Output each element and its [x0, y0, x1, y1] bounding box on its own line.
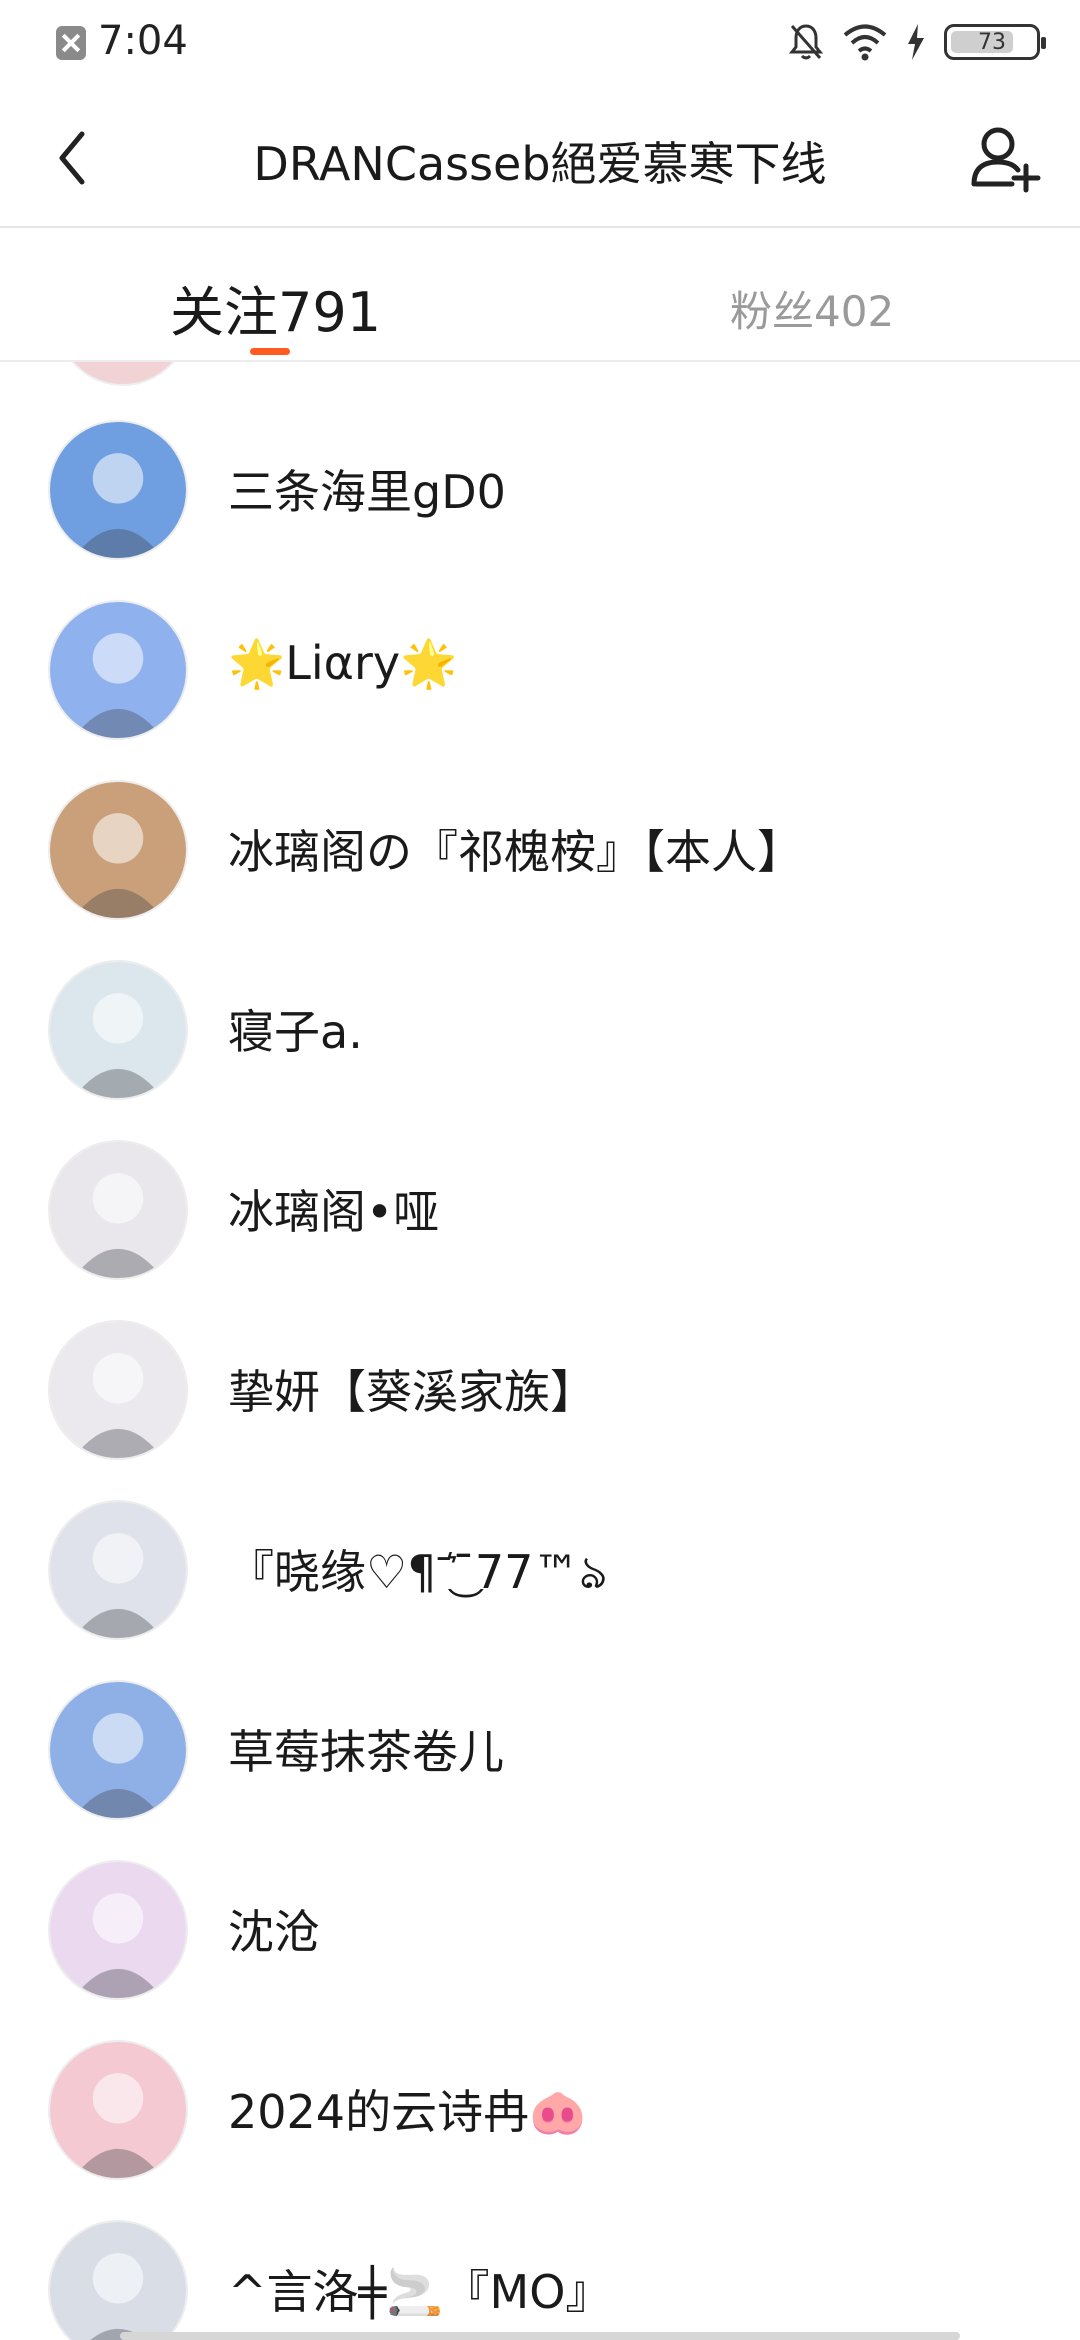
- avatar[interactable]: [48, 420, 188, 560]
- battery-level: 73: [978, 29, 1006, 55]
- list-item-name: 挚妍【葵溪家族】: [228, 1365, 596, 1419]
- list-item[interactable]: 沈沧: [0, 1840, 1080, 2020]
- status-bar: 7:04 73: [0, 0, 1080, 90]
- list-item[interactable]: 『晓缘♡¶ˉ͛͜ˉ77™ঌ: [0, 1480, 1080, 1660]
- list-item-name: 寝子a.: [228, 1005, 363, 1059]
- list-item-name: 沈沧: [228, 1905, 320, 1959]
- list-item[interactable]: 三条海里gD0: [0, 400, 1080, 580]
- following-list: 三条海里gD0 🌟Liαry🌟 冰璃阁の『祁槐桉』【本人】 寝子a. 冰璃阁•哑挚妍【葵…: [0, 362, 1080, 2340]
- avatar[interactable]: [48, 1320, 188, 1460]
- charging-bolt-icon: [908, 24, 924, 60]
- list-item-name: 冰璃阁の『祁槐桉』【本人】: [228, 825, 803, 879]
- top-nav-bar: DRANCasseb絕爱慕寒下线: [0, 100, 1080, 228]
- avatar[interactable]: [48, 1860, 188, 2000]
- battery-icon: 73: [944, 24, 1046, 60]
- list-item-name: 三条海里gD0: [228, 465, 506, 519]
- gesture-bar: [120, 2332, 960, 2340]
- list-item-name: 2024的云诗冉🐽: [228, 2085, 587, 2139]
- list-item[interactable]: 挚妍【葵溪家族】: [0, 1300, 1080, 1480]
- notification-app-icon: [56, 26, 86, 60]
- list-item[interactable]: 2024的云诗冉🐽: [0, 2020, 1080, 2200]
- avatar[interactable]: [48, 1500, 188, 1640]
- status-time: 7:04: [98, 18, 188, 64]
- list-item[interactable]: ^言洛╪🚬『MO』: [0, 2200, 1080, 2340]
- wifi-icon: [843, 24, 887, 61]
- tab-bar: 关注791 粉丝402: [0, 228, 1080, 362]
- avatar[interactable]: [48, 600, 188, 740]
- avatar[interactable]: [48, 1140, 188, 1280]
- list-item-name: ^言洛╪🚬『MO』: [228, 2265, 612, 2319]
- page-title: DRANCasseb絕爱慕寒下线: [253, 137, 827, 191]
- tab-fans[interactable]: 粉丝402: [730, 278, 894, 339]
- avatar[interactable]: [48, 2220, 188, 2340]
- avatar[interactable]: [56, 362, 190, 386]
- list-item[interactable]: 寝子a.: [0, 940, 1080, 1120]
- tab-following[interactable]: 关注791: [170, 268, 381, 347]
- avatar[interactable]: [48, 1680, 188, 1820]
- avatar[interactable]: [48, 2040, 188, 2180]
- list-item[interactable]: 🌟Liαry🌟: [0, 580, 1080, 760]
- list-item[interactable]: 冰璃阁の『祁槐桉』【本人】: [0, 760, 1080, 940]
- list-item-name: 『晓缘♡¶ˉ͛͜ˉ77™ঌ: [228, 1545, 608, 1599]
- status-icons: 73: [788, 20, 1046, 64]
- list-item-name: 草莓抹茶卷儿: [228, 1725, 504, 1779]
- avatar[interactable]: [48, 780, 188, 920]
- list-item-name: 冰璃阁•哑: [228, 1185, 440, 1239]
- list-item[interactable]: 冰璃阁•哑: [0, 1120, 1080, 1300]
- list-item-name: 🌟Liαry🌟: [228, 636, 458, 690]
- avatar[interactable]: [48, 960, 188, 1100]
- list-item[interactable]: 草莓抹茶卷儿: [0, 1660, 1080, 1840]
- add-user-icon[interactable]: [964, 120, 1044, 200]
- active-tab-indicator: [250, 348, 290, 355]
- bell-off-icon: [788, 24, 824, 60]
